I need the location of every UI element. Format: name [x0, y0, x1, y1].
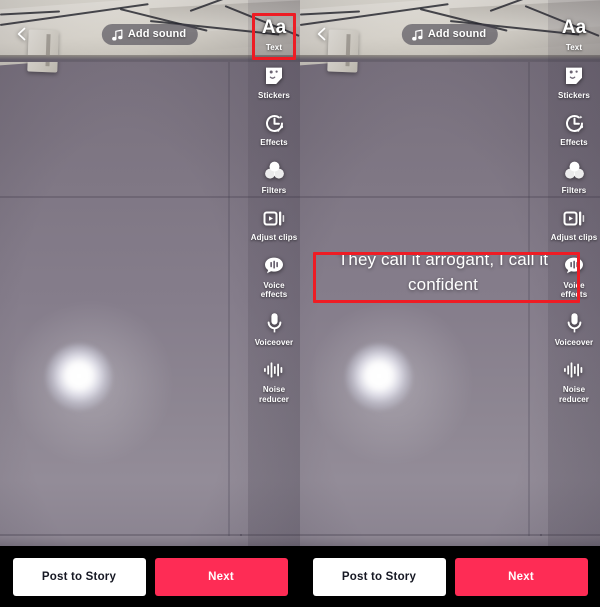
- tool-stickers[interactable]: Stickers: [248, 64, 300, 101]
- comparison-stage: Add sound Aa Text Stickers Effects Filte…: [0, 0, 600, 607]
- microphone-icon: [266, 311, 283, 335]
- tool-label: Stickers: [258, 90, 290, 100]
- back-icon[interactable]: [314, 26, 330, 42]
- text-aa-icon: Aa: [261, 16, 287, 38]
- tool-voiceover[interactable]: Voiceover: [548, 311, 600, 348]
- tool-label: Effects: [260, 138, 288, 147]
- tool-effects[interactable]: Effects: [248, 111, 300, 148]
- tool-filters[interactable]: Filters: [548, 159, 600, 196]
- tool-label: Filters: [561, 185, 587, 195]
- tool-effects[interactable]: Effects: [548, 111, 600, 148]
- next-button[interactable]: Next: [454, 557, 588, 596]
- post-to-story-button[interactable]: Post to Story: [312, 557, 446, 596]
- tool-adjust-clips[interactable]: Adjust clips: [248, 206, 300, 243]
- tool-label: Effects: [560, 138, 588, 147]
- tool-rail: Aa Text Stickers Effects Filters Adjust …: [548, 0, 600, 546]
- add-sound-button[interactable]: Add sound: [101, 24, 199, 45]
- tool-voice-effects[interactable]: Voice effects: [248, 254, 300, 300]
- adjust-clips-icon: [263, 206, 285, 230]
- video-caption-overlay[interactable]: They call it arrogant, I call it confide…: [308, 247, 578, 297]
- add-sound-button[interactable]: Add sound: [401, 24, 499, 45]
- tool-rail: Aa Text Stickers Effects Filters Adjust …: [248, 0, 300, 546]
- sticker-icon: [264, 64, 284, 88]
- sticker-icon: [564, 64, 584, 88]
- music-note-icon: [412, 28, 423, 41]
- tool-label: Voiceover: [554, 337, 594, 347]
- effects-clock-icon: [564, 111, 585, 135]
- editor-panel-after: Add sound They call it arrogant, I call …: [300, 0, 600, 607]
- text-aa-icon: Aa: [561, 16, 587, 38]
- tool-stickers[interactable]: Stickers: [548, 64, 600, 101]
- tool-label: Adjust clips: [250, 233, 298, 242]
- voice-effects-icon: [263, 254, 285, 278]
- noise-reducer-icon: [263, 358, 285, 382]
- action-bar: Post to Story Next: [300, 546, 600, 607]
- add-sound-label: Add sound: [127, 28, 187, 40]
- filters-circles-icon: [564, 159, 585, 183]
- action-bar: Post to Story Next: [0, 546, 300, 607]
- tool-label: Stickers: [558, 90, 590, 100]
- back-icon[interactable]: [14, 26, 30, 42]
- editor-panel-before: Add sound Aa Text Stickers Effects Filte…: [0, 0, 300, 607]
- tool-label: Voice effects: [560, 280, 588, 300]
- music-note-icon: [112, 28, 123, 41]
- tool-label: Voice effects: [260, 280, 288, 300]
- microphone-icon: [566, 311, 583, 335]
- voice-effects-icon: [563, 254, 585, 278]
- tool-label: Voiceover: [254, 337, 294, 347]
- noise-reducer-icon: [563, 358, 585, 382]
- post-to-story-button[interactable]: Post to Story: [12, 557, 146, 596]
- tool-adjust-clips[interactable]: Adjust clips: [548, 206, 600, 243]
- tool-label: Filters: [261, 185, 287, 195]
- tool-voiceover[interactable]: Voiceover: [248, 311, 300, 348]
- tool-label: Noise reducer: [558, 385, 590, 404]
- add-sound-label: Add sound: [427, 28, 487, 40]
- adjust-clips-icon: [563, 206, 585, 230]
- tool-voice-effects[interactable]: Voice effects: [548, 254, 600, 300]
- tool-label: Text: [265, 43, 283, 52]
- tool-filters[interactable]: Filters: [248, 159, 300, 196]
- tool-noise-reducer[interactable]: Noise reducer: [248, 358, 300, 404]
- tool-label: Adjust clips: [550, 233, 598, 242]
- tool-text[interactable]: Aa Text: [248, 14, 300, 53]
- tool-label: Noise reducer: [258, 385, 290, 404]
- tool-label: Text: [565, 43, 583, 52]
- tool-text[interactable]: Aa Text: [548, 14, 600, 53]
- tool-noise-reducer[interactable]: Noise reducer: [548, 358, 600, 404]
- filters-circles-icon: [264, 159, 285, 183]
- effects-clock-icon: [264, 111, 285, 135]
- next-button[interactable]: Next: [154, 557, 288, 596]
